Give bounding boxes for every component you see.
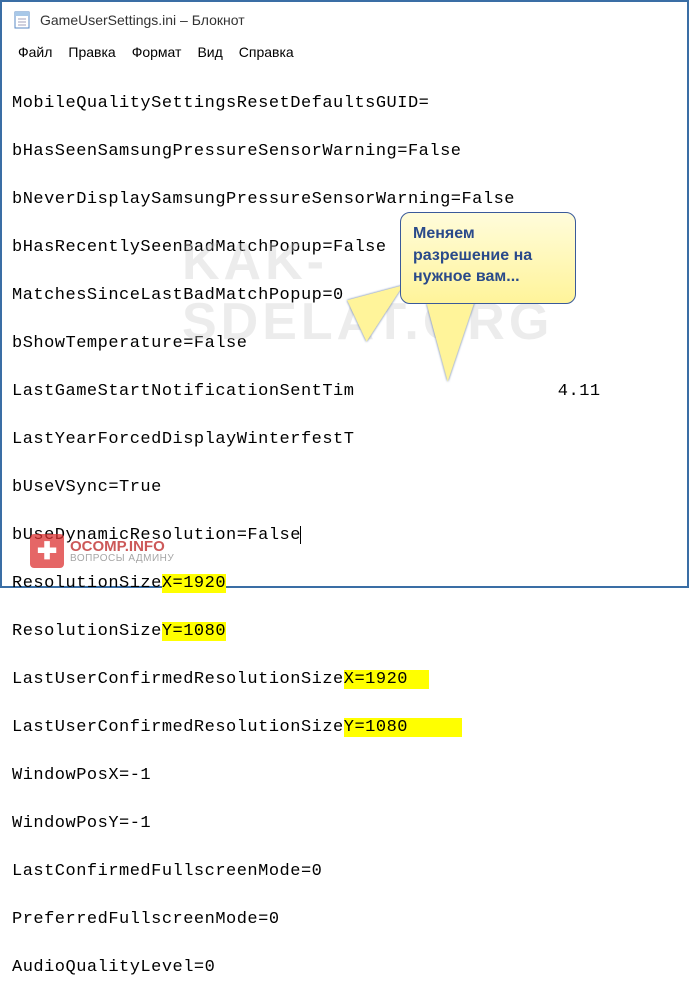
annotation-callout: Меняем разрешение на нужное вам... — [400, 212, 576, 304]
text-line: MatchesSinceLastBadMatchPopup=0 — [12, 284, 677, 308]
menu-bar: Файл Правка Формат Вид Справка — [2, 38, 687, 68]
text-line: WindowPosX=-1 — [12, 764, 677, 788]
text-line: ResolutionSizeX=1920 — [12, 572, 677, 596]
text-line: LastYearForcedDisplayWinterfestT — [12, 428, 677, 452]
menu-file[interactable]: Файл — [12, 42, 58, 62]
logo-badge-icon: ✚ — [30, 534, 64, 568]
notepad-icon — [12, 10, 32, 30]
text-line: bHasSeenSamsungPressureSensorWarning=Fal… — [12, 140, 677, 164]
text-line: LastGameStartNotificationSentTimxxxxxxxx… — [12, 380, 677, 404]
text-line: ResolutionSizeY=1080 — [12, 620, 677, 644]
text-line: LastUserConfirmedResolutionSizeX=1920 — [12, 668, 677, 692]
highlight: Y=1080 — [162, 622, 226, 641]
highlight: X=1920 — [162, 574, 226, 593]
title-bar: GameUserSettings.ini – Блокнот — [2, 2, 687, 38]
logo-subtitle: ВОПРОСЫ АДМИНУ — [70, 554, 174, 564]
text-line: bUseVSync=True — [12, 476, 677, 500]
menu-view[interactable]: Вид — [191, 42, 228, 62]
menu-edit[interactable]: Правка — [62, 42, 121, 62]
text-line: bHasRecentlySeenBadMatchPopup=False — [12, 236, 677, 260]
text-line: LastConfirmedFullscreenMode=0 — [12, 860, 677, 884]
highlight: X=1920 — [344, 670, 408, 689]
site-logo: ✚ OCOMP.INFO ВОПРОСЫ АДМИНУ — [30, 534, 174, 568]
menu-format[interactable]: Формат — [126, 42, 188, 62]
window-title: GameUserSettings.ini – Блокнот — [40, 12, 245, 28]
text-line: MobileQualitySettingsResetDefaultsGUID= — [12, 92, 677, 116]
logo-title: OCOMP.INFO — [70, 539, 174, 554]
text-line: bNeverDisplaySamsungPressureSensorWarnin… — [12, 188, 677, 212]
text-line: AudioQualityLevel=0 — [12, 956, 677, 980]
text-line: WindowPosY=-1 — [12, 812, 677, 836]
highlight: Y=1080 — [344, 718, 408, 737]
text-line: bShowTemperature=False — [12, 332, 677, 356]
text-cursor — [300, 526, 301, 544]
text-line: PreferredFullscreenMode=0 — [12, 908, 677, 932]
text-line: LastUserConfirmedResolutionSizeY=1080 — [12, 716, 677, 740]
menu-help[interactable]: Справка — [233, 42, 300, 62]
